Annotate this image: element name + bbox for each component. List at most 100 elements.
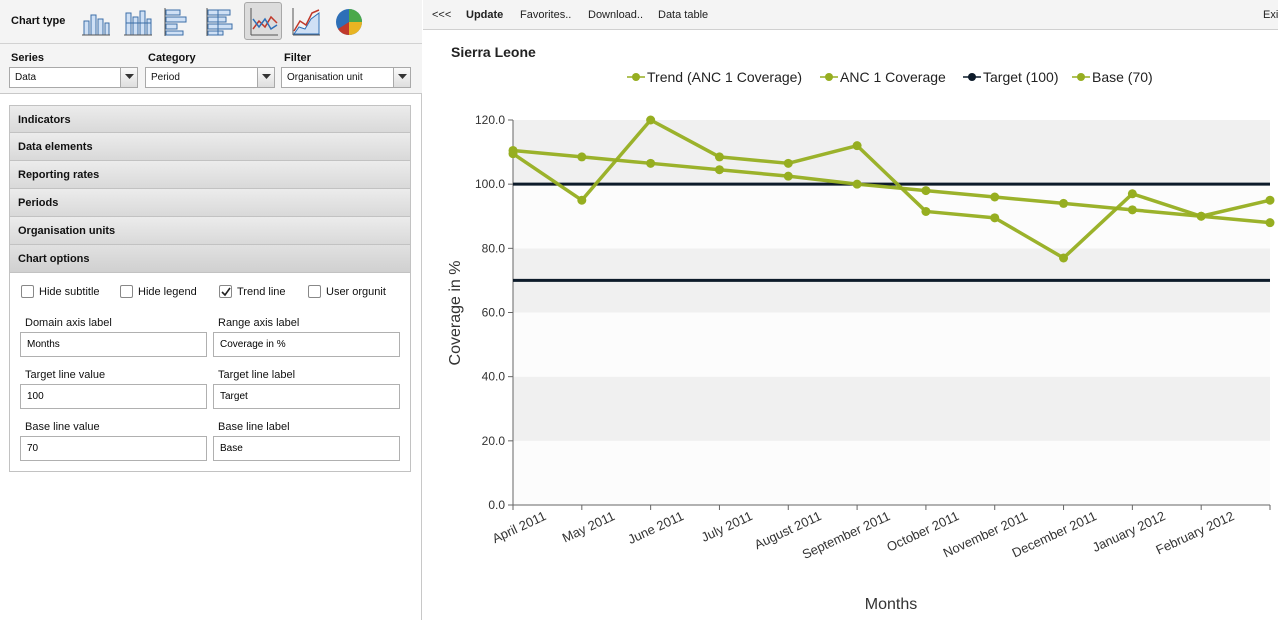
stacked-bar-chart-button[interactable] [199, 2, 237, 40]
trend-data-point [1059, 198, 1069, 208]
checkbox-label: Hide subtitle [39, 286, 100, 298]
section-data-elements[interactable]: Data elements [9, 133, 411, 161]
section-label: Reporting rates [18, 169, 100, 181]
series-dropdown-trigger[interactable] [120, 68, 137, 87]
section-organisation-units[interactable]: Organisation units [9, 217, 411, 245]
x-tick-label: June 2011 [625, 508, 686, 547]
legend-label: Base (70) [1092, 69, 1153, 85]
base-line-label-input[interactable] [213, 436, 400, 461]
area-chart-button[interactable] [286, 2, 324, 40]
checkmark-icon [221, 287, 231, 297]
exit-button[interactable]: Exi [1263, 9, 1278, 21]
filter-label: Filter [284, 52, 311, 64]
y-tick-label: 40.0 [482, 370, 506, 384]
main-toolbar: <<< Update Favorites.. Download.. Data t… [423, 0, 1278, 30]
x-tick-label: February 2012 [1153, 508, 1236, 557]
series-label: Series [11, 52, 45, 64]
trend-data-point [714, 165, 724, 175]
data-table-button[interactable]: Data table [658, 9, 708, 21]
section-chart-options[interactable]: Chart options [9, 245, 411, 273]
x-tick-label: July 2011 [699, 508, 755, 545]
trend-data-point [852, 179, 862, 189]
section-label: Organisation units [18, 225, 116, 237]
anc-coverage-data-point [1127, 189, 1137, 199]
anc-coverage-data-point [1059, 253, 1069, 263]
target-line-label-caption: Target line label [218, 369, 296, 381]
area-chart-icon [292, 8, 320, 36]
category-select-value: Period [151, 72, 180, 83]
section-periods[interactable]: Periods [9, 189, 411, 217]
base-line-value-input[interactable] [20, 436, 207, 461]
legend-marker-icon [627, 73, 645, 81]
section-label: Periods [18, 197, 59, 209]
checkbox-label: Trend line [237, 286, 286, 298]
legend-label: ANC 1 Coverage [840, 69, 946, 85]
trend-data-point [1127, 205, 1137, 215]
trend-data-point [783, 171, 793, 181]
target-line-label-input[interactable] [213, 384, 400, 409]
checkbox-box[interactable] [308, 285, 321, 298]
dimension-selectors: Series Data Category Period Filter Organ… [0, 44, 422, 94]
pie-chart-button[interactable] [329, 2, 367, 40]
chart-area: 0.0 20.0 40.0 60.0 80.0 100.0 120.0 April 2011 M… [423, 31, 1278, 620]
anc-coverage-data-point [577, 195, 587, 205]
y-tick-label: 120.0 [475, 113, 505, 127]
series-select[interactable]: Data [9, 67, 138, 88]
range-axis-label-caption: Range axis label [218, 317, 300, 329]
x-tick-label: April 2011 [490, 508, 549, 546]
anc-coverage-data-point [714, 152, 724, 162]
filter-dropdown-trigger[interactable] [393, 68, 410, 87]
anc-coverage-data-point [508, 149, 518, 159]
column-chart-button[interactable] [76, 2, 114, 40]
legend-marker-icon [963, 73, 981, 81]
line-chart: 0.0 20.0 40.0 60.0 80.0 100.0 120.0 April 2011 M… [447, 113, 1275, 613]
line-chart-button[interactable] [244, 2, 282, 40]
range-axis-label-input[interactable] [213, 332, 400, 357]
category-select[interactable]: Period [145, 67, 275, 88]
grid-band [513, 440, 1270, 505]
favorites-button[interactable]: Favorites.. [520, 9, 571, 21]
category-dropdown-trigger[interactable] [257, 68, 274, 87]
anc-coverage-data-point [1265, 195, 1275, 205]
anc-coverage-data-point [921, 206, 931, 216]
checkbox-box[interactable] [120, 285, 133, 298]
checkbox-label: Hide legend [138, 286, 197, 298]
series-select-value: Data [15, 72, 37, 83]
filter-select[interactable]: Organisation unit [281, 67, 411, 88]
checkbox-box[interactable] [21, 285, 34, 298]
app-window: Chart type Series Data Category Period F… [0, 0, 1278, 620]
chevron-down-icon [125, 74, 134, 79]
chevron-down-icon [262, 74, 271, 79]
trend-data-point [646, 158, 656, 168]
section-reporting-rates[interactable]: Reporting rates [9, 161, 411, 189]
anc-coverage-data-point [646, 115, 656, 125]
trend-data-point [577, 152, 587, 162]
collapse-panel-button[interactable]: <<< [432, 9, 451, 21]
pie-chart-icon [336, 9, 362, 36]
filter-select-value: Organisation unit [287, 72, 363, 83]
bar-chart-icon [164, 8, 187, 36]
section-label: Indicators [18, 114, 71, 126]
update-button[interactable]: Update [466, 9, 503, 21]
y-tick-label: 60.0 [482, 306, 506, 320]
grid-band [513, 312, 1270, 377]
x-tick-label: May 2011 [560, 508, 617, 545]
legend-marker-icon [1072, 73, 1090, 81]
y-tick-label: 0.0 [488, 498, 505, 512]
grid-band [513, 376, 1270, 441]
section-indicators[interactable]: Indicators [9, 105, 411, 133]
y-tick-label: 20.0 [482, 434, 506, 448]
chart-title: Sierra Leone [451, 44, 536, 60]
anc-coverage-data-point [783, 158, 793, 168]
y-axis-title: Coverage in % [447, 261, 464, 366]
target-line-value-input[interactable] [20, 384, 207, 409]
stacked-column-chart-button[interactable] [118, 2, 156, 40]
bar-chart-button[interactable] [157, 2, 195, 40]
checkbox-box[interactable] [219, 285, 232, 298]
legend-marker-icon [820, 73, 838, 81]
domain-axis-label-input[interactable] [20, 332, 207, 357]
download-button[interactable]: Download.. [588, 9, 643, 21]
x-axis-title: Months [865, 596, 917, 613]
target-line-value-caption: Target line value [25, 369, 106, 381]
settings-panel: Chart type Series Data Category Period F… [0, 0, 422, 620]
